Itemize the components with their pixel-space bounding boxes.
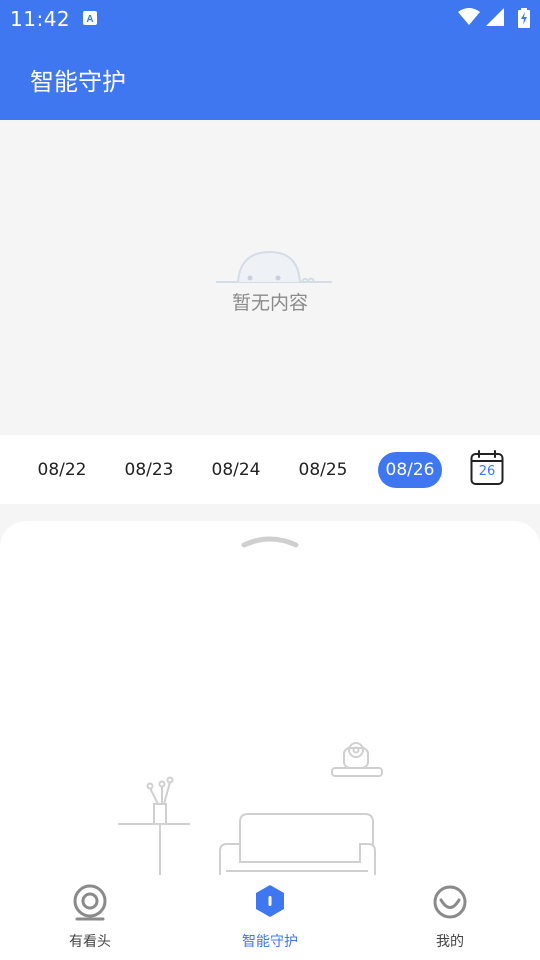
living-room-illustration — [118, 742, 383, 877]
date-tab-0822[interactable]: 08/22 — [30, 452, 94, 488]
nav-label-watch: 有看头 — [69, 934, 111, 950]
date-tab-0824[interactable]: 08/24 — [204, 452, 268, 488]
battery-charging-icon — [518, 8, 530, 28]
page-title: 智能守护 — [30, 68, 126, 96]
signal-icon — [486, 8, 504, 26]
date-tab-0826[interactable]: 08/26 — [378, 452, 442, 488]
empty-state-text: 暂无内容 — [231, 292, 308, 314]
calendar-day-number: 26 — [478, 464, 496, 479]
app-bar: 智能守护 — [0, 38, 540, 120]
app-a-icon: A — [83, 11, 97, 25]
shield-icon — [256, 885, 284, 917]
nav-item-smart-guard[interactable]: 智能守护 — [210, 883, 330, 955]
wifi-icon — [458, 8, 480, 25]
status-bar: 11:42 A — [0, 0, 540, 38]
nav-label-smart-guard: 智能守护 — [242, 934, 298, 950]
bottom-nav: 有看头 智能守护 我的 — [0, 875, 540, 960]
chevron-up-icon[interactable] — [240, 531, 300, 549]
nav-item-mine[interactable]: 我的 — [390, 883, 510, 955]
date-tab-0825[interactable]: 08/25 — [291, 452, 355, 488]
profile-smile-icon — [433, 885, 467, 919]
camera-icon — [73, 884, 107, 921]
content-area: 暂无内容 — [0, 120, 540, 435]
date-tab-0823[interactable]: 08/23 — [117, 452, 181, 488]
date-selector: 08/22 08/23 08/24 08/25 08/26 26 — [0, 435, 540, 504]
status-time: 11:42 — [10, 7, 71, 31]
svg-text:A: A — [86, 14, 93, 25]
calendar-button[interactable]: 26 — [470, 450, 504, 486]
nav-label-mine: 我的 — [436, 934, 464, 950]
nav-item-watch[interactable]: 有看头 — [30, 883, 150, 955]
empty-hill-icon — [216, 250, 332, 283]
